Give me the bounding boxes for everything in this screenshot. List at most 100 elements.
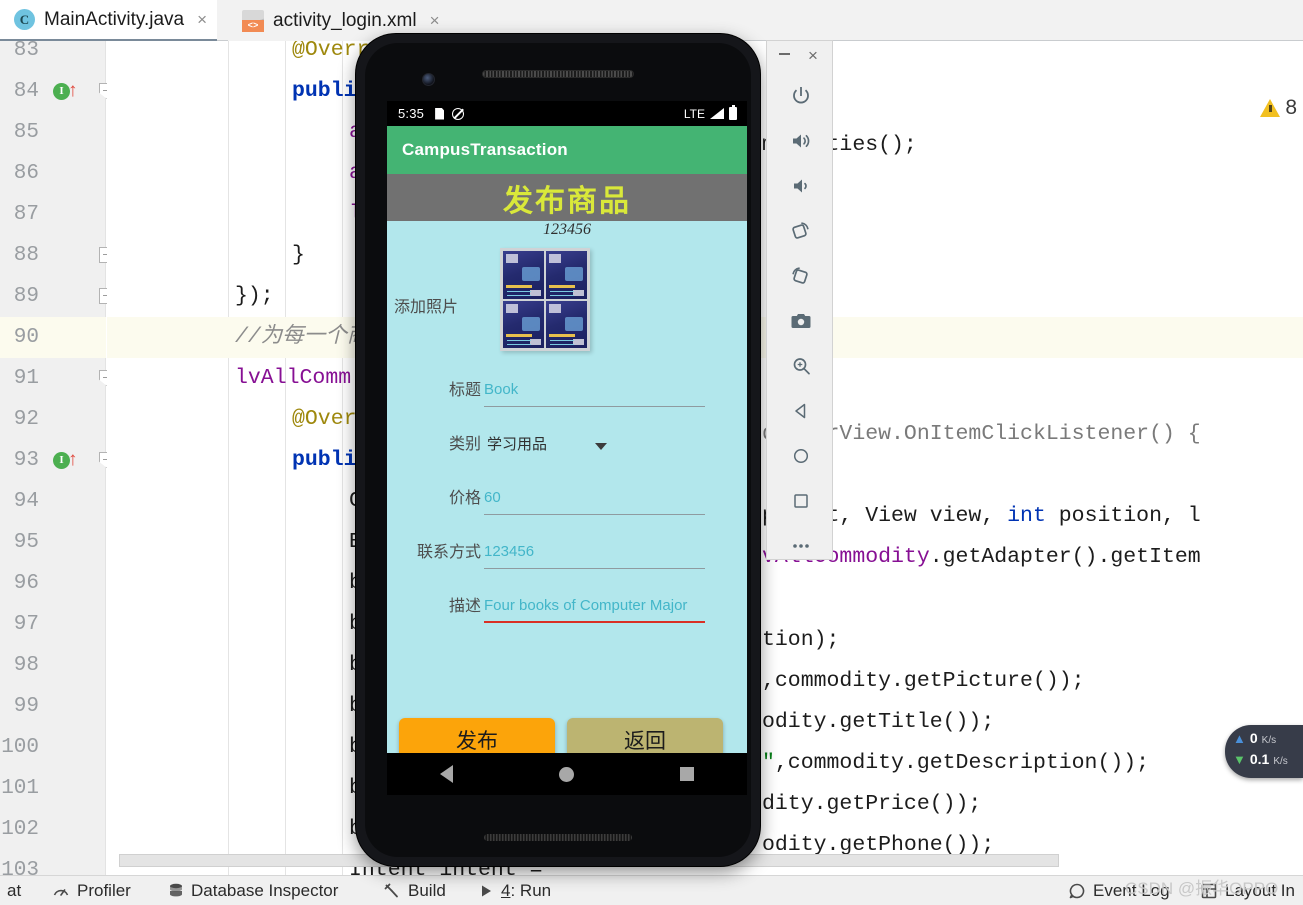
line-number: 91 [13,367,39,390]
nav-home-icon[interactable] [559,766,574,782]
upload-speed-unit: K/s [1261,735,1277,746]
inspection-warning-indicator[interactable]: 8 [1260,96,1297,120]
code-line: lvAllComm [235,366,352,390]
code-line: @Over [292,407,357,431]
line-number: 85 [13,121,39,144]
device-bezel: 5:35 LTE CampusTransaction 发布商品 123456 添… [365,43,751,857]
status-bar-item-label: Event Log [1093,880,1170,900]
status-bar-item-at[interactable]: at [0,881,21,901]
android-emulator-device: 5:35 LTE CampusTransaction 发布商品 123456 添… [356,34,760,866]
line-number: 93 [13,449,39,472]
field-label: 类别 [448,436,481,453]
status-bar-item-label: at [7,880,22,900]
ide-status-bar: at Profiler Database Inspector Build 4: Run E… [0,875,1303,905]
implements-gutter-icon[interactable]: I ↑ [53,440,83,481]
code-line: publi [292,448,357,472]
editor-gutter[interactable]: 83 84 I ↑ 85 86 87 88 89 90 91 92 93 I ↑ 94 95 96 97 98 99 10… [0,41,115,875]
overview-icon[interactable] [767,478,834,523]
line-number: 88 [13,244,39,267]
status-bar-item-label: Build [408,880,446,900]
line-number: 96 [13,572,39,595]
form-row: 标题 Book [387,364,747,418]
code-line: odity.getTitle()); [762,710,995,734]
tab-mainactivity-java[interactable]: C MainActivity.java × [0,0,218,41]
upload-speed-value: 0 [1249,730,1258,746]
field-input[interactable]: 123456 [484,539,705,569]
rotate-right-icon[interactable] [767,253,834,298]
app-action-bar: CampusTransaction [387,126,747,174]
status-bar-item-label: Database Inspector [191,880,339,900]
line-number: 94 [13,490,39,513]
status-bar-item-label: 4: Run [501,880,552,900]
form-body: 123456 添加照片 标题 Book 类别 学习用品 价格 60 联系方式 123456 描述… [387,221,747,795]
android-navigation-bar[interactable] [387,753,747,795]
tab-close-icon[interactable]: × [426,11,440,31]
hammer-icon [383,882,401,900]
volume-up-icon[interactable] [767,118,834,163]
status-bar-item-build[interactable]: Build [383,881,446,901]
power-icon[interactable] [767,73,834,118]
code-line: tion); [762,628,840,652]
emulator-close-button[interactable]: × [808,47,818,65]
status-bar-item-label: Profiler [77,880,131,900]
event-log-icon [1068,882,1086,900]
java-class-icon: C [14,9,35,30]
line-number: 90 [13,326,39,349]
layout-inspector-icon [1200,882,1218,900]
profiler-icon [52,882,70,900]
rotate-left-icon[interactable] [767,208,834,253]
bottom-speaker-icon [484,834,632,841]
nav-recents-icon[interactable] [680,767,694,781]
line-number: 84 [13,80,39,103]
tab-close-icon[interactable]: × [193,10,207,30]
network-type-label: LTE [683,106,705,121]
back-icon[interactable] [767,388,834,433]
tab-label: MainActivity.java [44,8,185,30]
nav-back-icon[interactable] [440,765,453,783]
form-row: 类别 学习用品 [387,418,747,472]
field-input[interactable]: Four books of Computer Major [484,593,705,623]
app-root: C MainActivity.java × activity_login.xml… [0,0,1303,905]
field-value: 123456 [484,543,535,560]
code-line: publi [292,79,357,103]
add-photo-label: 添加照片 [394,299,459,316]
field-input[interactable]: Book [484,377,705,407]
sd-card-icon [435,107,445,120]
chevron-down-icon [595,443,607,450]
line-number: 101 [1,777,39,800]
implements-gutter-icon[interactable]: I ↑ [53,71,83,112]
field-value: Four books of Computer Major [484,597,688,614]
status-bar-item-layout-in[interactable]: Layout In [1200,881,1295,901]
camera-icon[interactable] [767,298,834,343]
form-row: 联系方式 123456 [387,526,747,580]
status-bar-item-database-inspector[interactable]: Database Inspector [168,881,338,901]
home-icon[interactable] [767,433,834,478]
status-bar-item-event-log[interactable]: Event Log [1068,881,1170,901]
status-bar-item-4-run[interactable]: 4: Run [478,881,551,901]
spinner-value: 学习用品 [487,436,548,453]
front-camera-icon [422,73,435,86]
device-screen[interactable]: 5:35 LTE CampusTransaction 发布商品 123456 添… [387,101,747,795]
battery-icon [729,105,737,120]
code-line: dity.getPrice()); [762,792,982,816]
form-row: 价格 60 [387,472,747,526]
line-number: 89 [13,285,39,308]
download-speed-value: 0.1 [1249,751,1270,767]
status-bar-item-profiler[interactable]: Profiler [52,881,131,901]
code-line: } [292,243,305,267]
zoom-icon[interactable] [767,343,834,388]
line-number: 92 [13,408,39,431]
line-number: 100 [1,736,39,759]
emulator-minimize-button[interactable] [779,53,790,55]
field-value: 60 [484,489,501,506]
line-number: 87 [13,203,39,226]
field-input[interactable]: 60 [484,485,705,515]
more-icon[interactable] [767,523,834,568]
book-cover-image [546,251,587,299]
download-speed-unit: K/s [1273,756,1288,767]
volume-down-icon[interactable] [767,163,834,208]
book-cover-image [503,251,544,299]
category-spinner[interactable]: 学习用品 [487,432,607,460]
photo-thumbnail[interactable] [500,248,590,351]
network-speed-widget[interactable]: ▲ 0 K/s ▼ 0.1 K/s [1225,725,1303,778]
